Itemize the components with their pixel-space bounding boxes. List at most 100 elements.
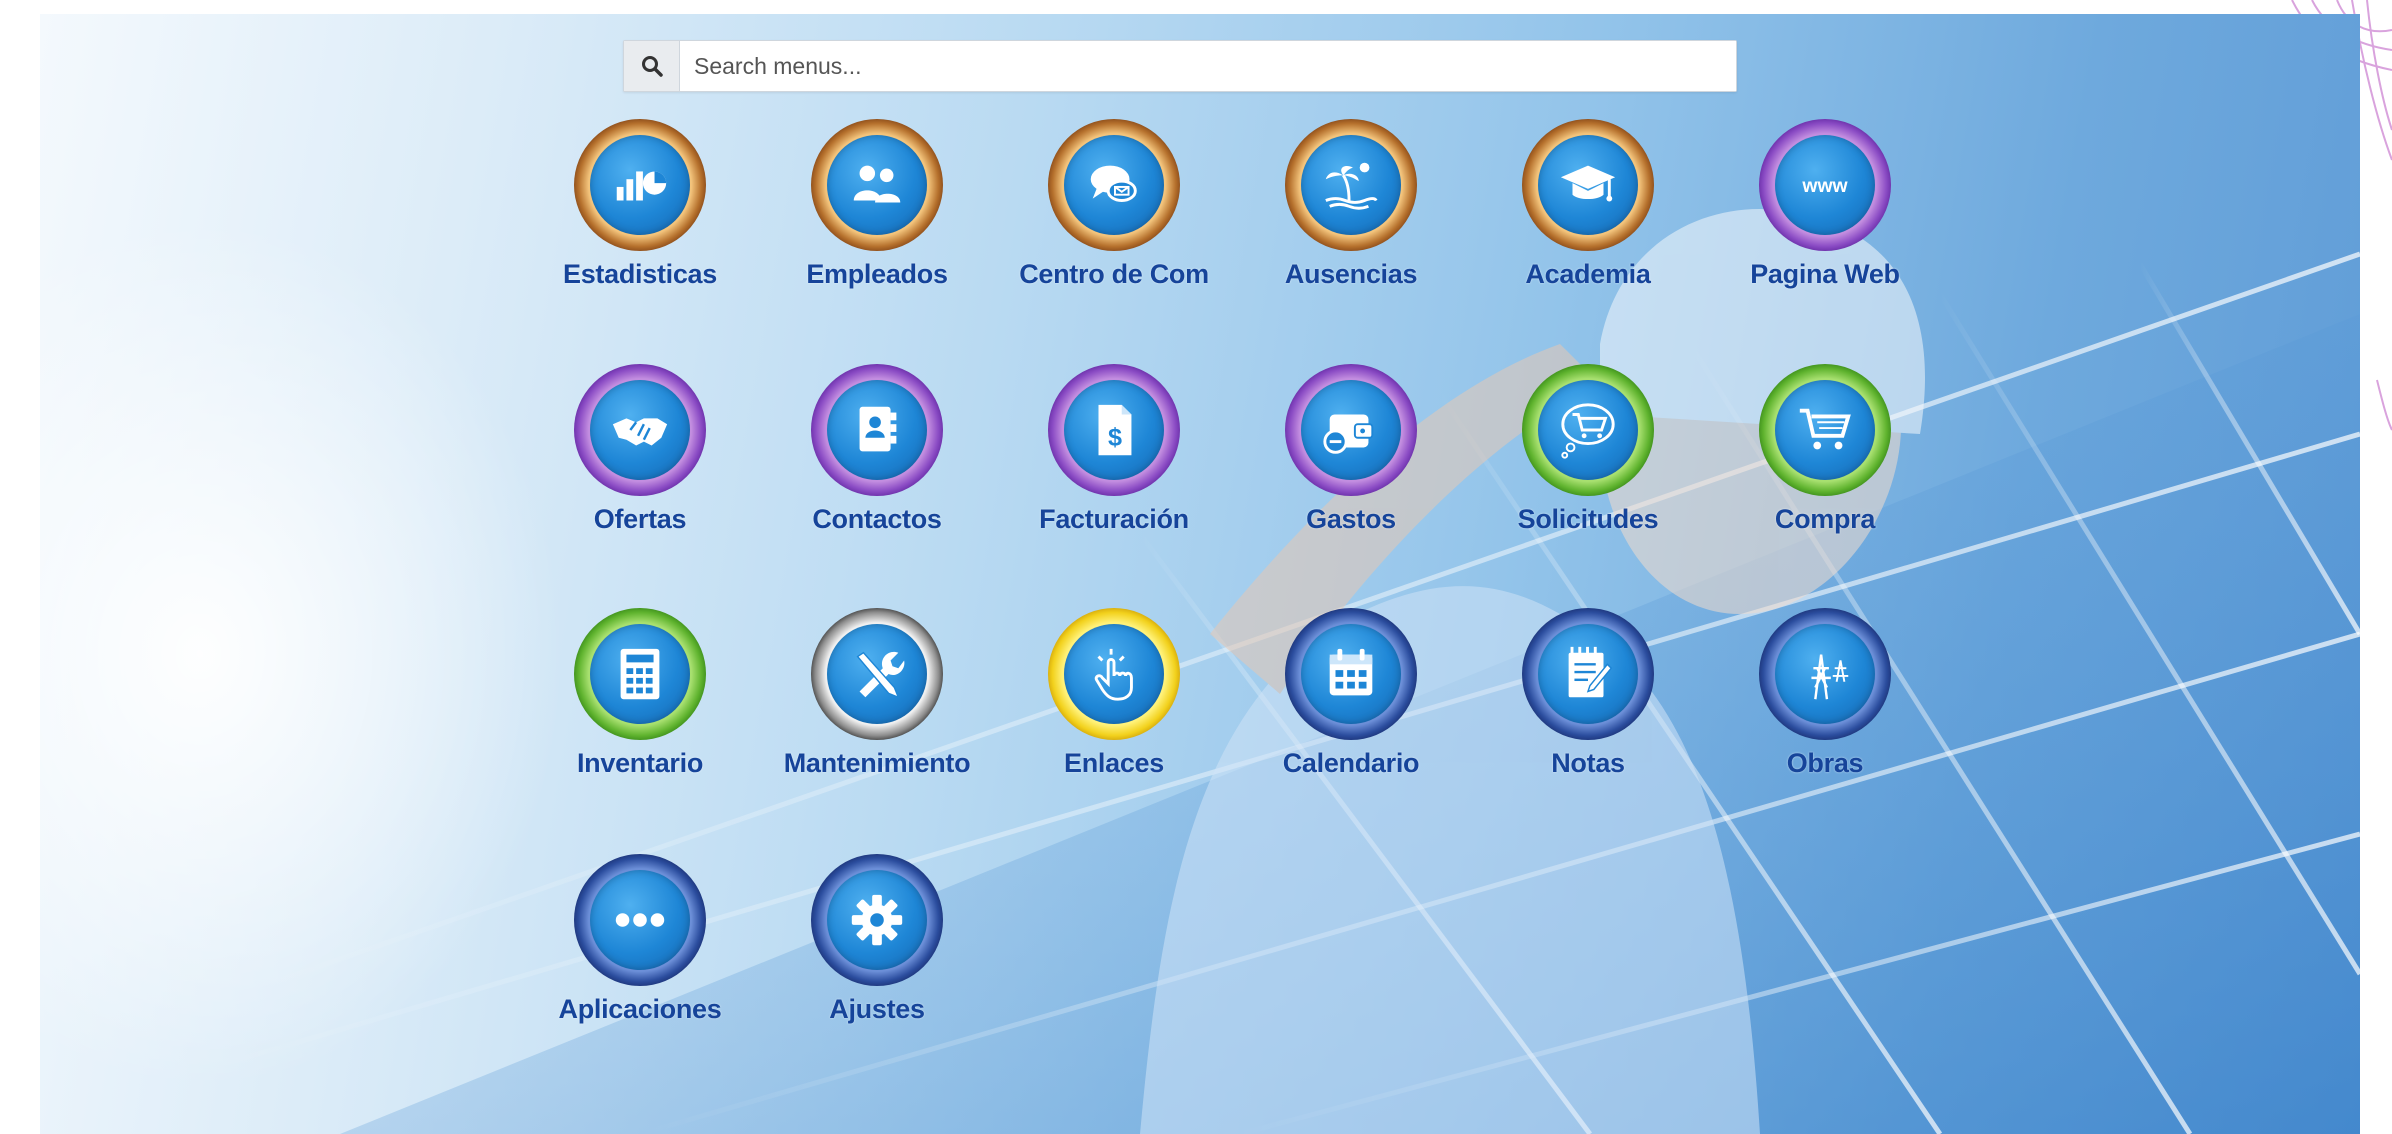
app-icon-disc: [827, 624, 927, 724]
app-icon-ring: [574, 364, 706, 496]
app-icon-disc: [590, 870, 690, 970]
search-button[interactable]: [624, 41, 680, 91]
notepad-icon: [1568, 646, 1613, 698]
graduation-cap-icon: [1560, 165, 1616, 202]
app-icon-ring: [1759, 364, 1891, 496]
app-tile-empleados[interactable]: Empleados: [757, 119, 997, 319]
search-bar: [623, 40, 1737, 92]
app-icon-disc: [1301, 135, 1401, 235]
app-icon-disc: [827, 380, 927, 480]
app-icon-ring: [1285, 364, 1417, 496]
shopping-cart-icon: [1799, 408, 1851, 450]
app-label: Facturación: [1039, 504, 1189, 534]
app-tile-gastos[interactable]: Gastos: [1231, 364, 1471, 564]
power-tower-icon: [1811, 654, 1849, 700]
app-icon-disc: [1775, 380, 1875, 480]
app-tile-enlaces[interactable]: Enlaces: [994, 608, 1234, 808]
invoice-dollar-icon: $: [1098, 404, 1132, 456]
app-label: Contactos: [812, 504, 942, 534]
app-icon-ring: [574, 608, 706, 740]
app-icon-ring: [574, 854, 706, 986]
app-icon-ring: [1522, 119, 1654, 251]
app-tile-inventario[interactable]: Inventario: [520, 608, 760, 808]
app-icon-ring: [1285, 608, 1417, 740]
app-label: Academia: [1525, 259, 1651, 289]
app-label: Pagina Web: [1750, 259, 1900, 289]
cart-bubble-icon: [1561, 403, 1615, 459]
pointer-hand-icon: [1094, 648, 1133, 701]
app-tile-contactos[interactable]: Contactos: [757, 364, 997, 564]
handshake-icon: [612, 418, 668, 446]
app-icon-disc: [590, 624, 690, 724]
dots-icon: [615, 913, 665, 927]
app-icon-disc: [1301, 624, 1401, 724]
tools-icon: [856, 651, 905, 699]
app-label: Inventario: [576, 748, 704, 778]
app-icon-disc: [1538, 135, 1638, 235]
app-icon-ring: [811, 119, 943, 251]
wallet-icon: [1323, 414, 1374, 454]
stats-chart-icon: [616, 171, 667, 201]
app-icon-disc: [1064, 624, 1164, 724]
app-launcher-screen: Estadisticas Empleados Centro de Com Ausenc…: [40, 14, 2360, 1134]
app-icon-ring: [811, 608, 943, 740]
app-icon-ring: [1048, 119, 1180, 251]
app-icon-disc: [827, 135, 927, 235]
app-icon-disc: www: [1775, 135, 1875, 235]
svg-text:$: $: [1108, 424, 1122, 452]
app-tile-ofertas[interactable]: Ofertas: [520, 364, 760, 564]
app-tile-ausencias[interactable]: Ausencias: [1231, 119, 1471, 319]
www-icon: www: [1801, 175, 1848, 197]
beach-palm-icon: [1325, 162, 1378, 210]
app-tile-mantenimiento[interactable]: Mantenimiento: [757, 608, 997, 808]
app-label: Mantenimiento: [783, 748, 971, 778]
app-tile-pagina-web[interactable]: www Pagina Web: [1705, 119, 1945, 319]
app-tile-calendario[interactable]: Calendario: [1231, 608, 1471, 808]
app-icon-ring: [1285, 119, 1417, 251]
app-label: Notas: [1551, 748, 1625, 778]
app-tile-aplicaciones[interactable]: Aplicaciones: [520, 854, 760, 1054]
app-label: Aplicaciones: [558, 994, 722, 1024]
app-label: Solicitudes: [1517, 504, 1659, 534]
app-label: Ofertas: [593, 504, 687, 534]
address-book-icon: [859, 406, 897, 452]
svg-text:www: www: [1801, 175, 1848, 197]
app-tile-estadisticas[interactable]: Estadisticas: [520, 119, 760, 319]
app-icon-disc: [1775, 624, 1875, 724]
search-input[interactable]: [680, 41, 1736, 91]
app-label: Obras: [1786, 748, 1864, 778]
app-icon-disc: [590, 135, 690, 235]
app-icon-ring: [811, 854, 943, 986]
app-tile-notas[interactable]: Notas: [1468, 608, 1708, 808]
app-tile-academia[interactable]: Academia: [1468, 119, 1708, 319]
app-icon-ring: [1048, 608, 1180, 740]
app-icon-ring: [811, 364, 943, 496]
app-label: Centro de Com: [1019, 259, 1209, 289]
app-icon-ring: www: [1759, 119, 1891, 251]
app-tile-obras[interactable]: Obras: [1705, 608, 1945, 808]
app-tile-ajustes[interactable]: Ajustes: [757, 854, 997, 1054]
app-icon-disc: [1301, 380, 1401, 480]
app-label: Estadisticas: [563, 259, 717, 289]
calendar-icon: [1329, 648, 1373, 696]
app-icon-disc: [827, 870, 927, 970]
app-label: Ausencias: [1284, 259, 1418, 289]
app-label: Ajustes: [829, 994, 925, 1024]
inventory-shelf-icon: [620, 648, 660, 700]
app-tile-centro-de-com[interactable]: Centro de Com: [994, 119, 1234, 319]
app-icon-ring: [574, 119, 706, 251]
app-label: Calendario: [1282, 748, 1420, 778]
app-tile-solicitudes[interactable]: Solicitudes: [1468, 364, 1708, 564]
app-tile-compra[interactable]: Compra: [1705, 364, 1945, 564]
app-icon-ring: $: [1048, 364, 1180, 496]
app-icon-ring: [1522, 364, 1654, 496]
app-icon-disc: [1538, 624, 1638, 724]
app-tile-facturacion[interactable]: $ Facturación: [994, 364, 1234, 564]
app-icon-ring: [1522, 608, 1654, 740]
app-icon-disc: [1064, 135, 1164, 235]
app-icon-disc: $: [1064, 380, 1164, 480]
gear-icon: [851, 894, 903, 946]
app-label: Gastos: [1306, 504, 1396, 534]
search-icon: [641, 56, 663, 77]
chat-bubbles-icon: [1090, 165, 1137, 202]
